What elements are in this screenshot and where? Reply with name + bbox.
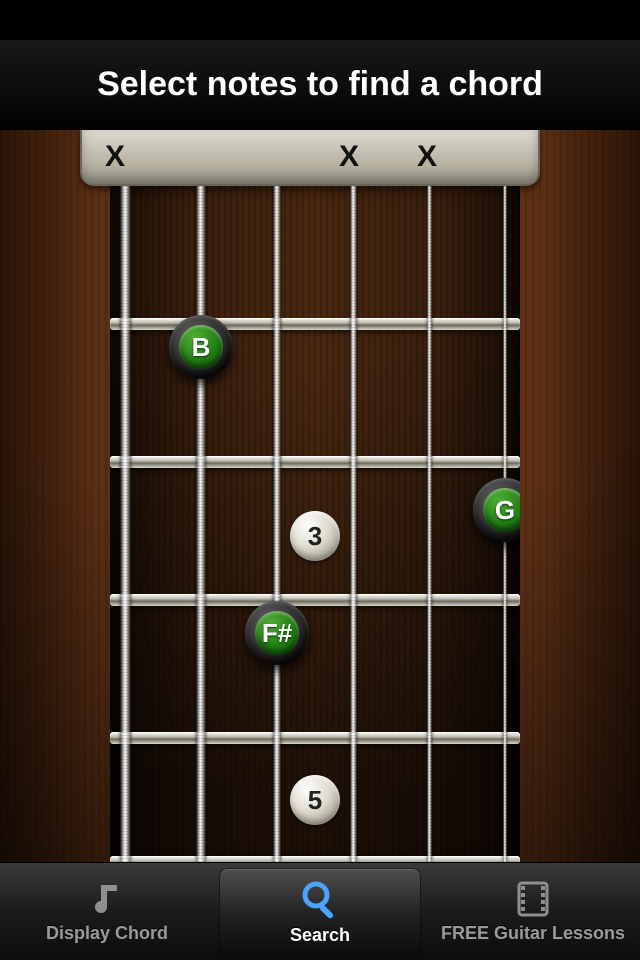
music-note-icon: [87, 879, 127, 919]
note-marker[interactable]: F#: [245, 601, 309, 665]
header-title: Select notes to find a chord: [97, 65, 543, 104]
tab-bar: Display Chord Search FREE Guitar Lessons: [0, 862, 640, 960]
tab-display-chord[interactable]: Display Chord: [0, 863, 214, 960]
status-bar-gap: [0, 0, 640, 40]
fret-inlay: 5: [290, 775, 340, 825]
fret-3: [110, 594, 520, 606]
string-4[interactable]: [350, 186, 357, 862]
note-marker[interactable]: G: [473, 478, 520, 542]
string-1[interactable]: [120, 186, 131, 862]
note-label: G: [495, 495, 515, 526]
note-marker[interactable]: B: [169, 315, 233, 379]
fret-1: [110, 318, 520, 330]
nut-slot-5[interactable]: X: [412, 140, 442, 174]
tab-lessons[interactable]: FREE Guitar Lessons: [426, 863, 640, 960]
note-label: F#: [262, 618, 292, 649]
tab-label: Search: [290, 925, 350, 946]
string-5[interactable]: [427, 186, 432, 862]
film-strip-icon: [513, 879, 553, 919]
fret-4: [110, 732, 520, 744]
header: Select notes to find a chord: [0, 40, 640, 130]
fret-2: [110, 456, 520, 468]
string-2[interactable]: [196, 186, 206, 862]
fret-inlay: 3: [290, 511, 340, 561]
fretboard[interactable]: 3 5 B F# G: [110, 186, 520, 862]
nut-slot-4[interactable]: X: [334, 140, 364, 174]
string-3[interactable]: [273, 186, 281, 862]
nut-slot-1[interactable]: X: [100, 140, 130, 174]
nut-bar[interactable]: XXX: [80, 130, 540, 186]
magnifier-icon: [298, 877, 342, 921]
tab-label: FREE Guitar Lessons: [441, 923, 625, 944]
tab-label: Display Chord: [46, 923, 168, 944]
note-label: B: [192, 332, 211, 363]
tab-search[interactable]: Search: [220, 869, 420, 954]
